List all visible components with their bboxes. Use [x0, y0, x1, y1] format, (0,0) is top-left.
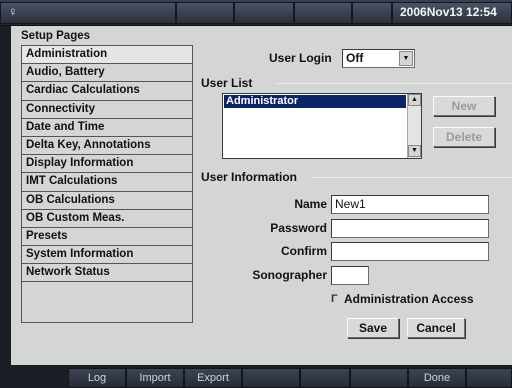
user-list-title: User List: [201, 76, 253, 90]
confirm-field[interactable]: [331, 242, 489, 261]
setup-item-network-status[interactable]: Network Status: [22, 264, 192, 283]
sonographer-label: Sonographer: [252, 268, 327, 282]
date-time-display: 2006Nov13 12:54: [400, 5, 497, 19]
scroll-down-icon[interactable]: ▼: [408, 145, 421, 157]
softkey-blank-4[interactable]: [466, 368, 512, 388]
setup-item-system-information[interactable]: System Information: [22, 246, 192, 265]
administration-access-label: Administration Access: [344, 292, 474, 306]
status-segment: [176, 2, 234, 24]
user-login-label: User Login: [269, 51, 332, 65]
setup-pages-title: Setup Pages: [21, 30, 91, 42]
setup-item-date-and-time[interactable]: Date and Time: [22, 119, 192, 137]
cancel-button[interactable]: Cancel: [407, 318, 465, 338]
softkey-import[interactable]: Import: [126, 368, 184, 388]
softkey-blank-2[interactable]: [300, 368, 350, 388]
password-field[interactable]: [331, 219, 489, 238]
setup-panel: Setup Pages Administration Audio, Batter…: [11, 26, 512, 365]
softkey-blank-1[interactable]: [242, 368, 300, 388]
chevron-down-icon[interactable]: ▼: [399, 51, 413, 66]
user-information-divider: [311, 177, 512, 178]
user-list-divider: [277, 83, 512, 84]
ultrasound-probe-icon: ♀: [8, 4, 18, 19]
user-information-title: User Information: [201, 170, 298, 184]
administration-access-checkbox[interactable]: Γ: [331, 293, 338, 305]
name-field[interactable]: New1: [331, 195, 489, 214]
setup-item-cardiac-calculations[interactable]: Cardiac Calculations: [22, 82, 192, 101]
setup-item-administration[interactable]: Administration: [22, 46, 192, 65]
softkey-bar: Log Import Export Done: [0, 365, 512, 388]
delete-user-button[interactable]: Delete: [433, 127, 495, 147]
status-segment: [0, 2, 176, 24]
user-login-value: Off: [346, 51, 364, 65]
status-bar: ♀ 2006Nov13 12:54: [0, 0, 512, 26]
user-list-box[interactable]: Administrator ▲ ▼: [222, 93, 422, 159]
setup-item-ob-calculations[interactable]: OB Calculations: [22, 192, 192, 210]
new-user-button[interactable]: New: [433, 96, 495, 116]
softkey-export[interactable]: Export: [184, 368, 242, 388]
setup-item-imt-calculations[interactable]: IMT Calculations: [22, 173, 192, 192]
password-label: Password: [270, 221, 327, 235]
setup-item-display-information[interactable]: Display Information: [22, 155, 192, 174]
setup-item-connectivity[interactable]: Connectivity: [22, 101, 192, 119]
status-segment: [352, 2, 392, 24]
softkey-log[interactable]: Log: [68, 368, 126, 388]
status-segment: [294, 2, 352, 24]
save-button[interactable]: Save: [347, 318, 399, 338]
status-segment: [234, 2, 294, 24]
setup-item-audio-battery[interactable]: Audio, Battery: [22, 64, 192, 83]
user-list-item-administrator[interactable]: Administrator: [224, 95, 406, 108]
setup-item-ob-custom-meas[interactable]: OB Custom Meas.: [22, 210, 192, 228]
setup-item-delta-key-annotations[interactable]: Delta Key, Annotations: [22, 137, 192, 156]
scroll-up-icon[interactable]: ▲: [408, 94, 421, 106]
name-label: Name: [294, 197, 327, 211]
confirm-label: Confirm: [281, 244, 327, 258]
setup-item-presets[interactable]: Presets: [22, 228, 192, 247]
sonographer-field[interactable]: [331, 266, 369, 285]
user-list-scrollbar[interactable]: ▲ ▼: [407, 94, 421, 158]
softkey-done[interactable]: Done: [408, 368, 466, 388]
softkey-blank-3[interactable]: [350, 368, 408, 388]
user-login-select[interactable]: Off ▼: [342, 49, 415, 68]
setup-pages-list: Administration Audio, Battery Cardiac Ca…: [21, 45, 193, 323]
